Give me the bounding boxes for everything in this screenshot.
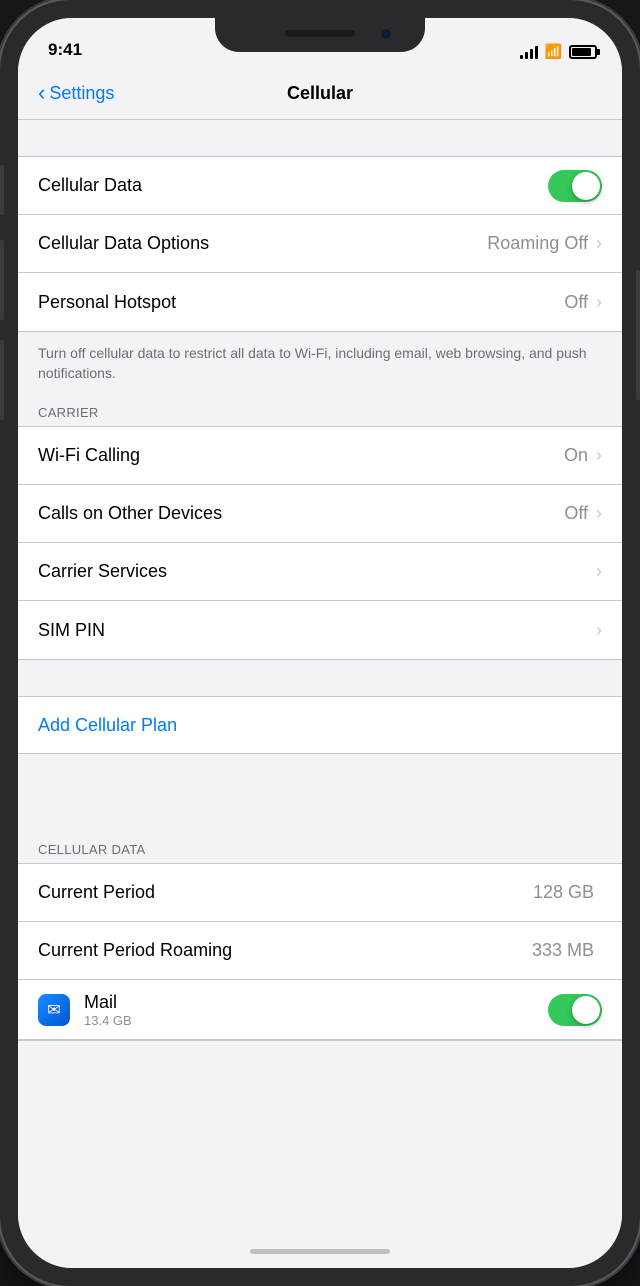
chevron-icon: ›: [596, 620, 602, 641]
carrier-services-row[interactable]: Carrier Services ›: [18, 543, 622, 601]
chevron-icon: ›: [596, 292, 602, 313]
mail-app-info: Mail 13.4 GB: [84, 992, 548, 1028]
nav-bar: ‹ Settings Cellular: [18, 68, 622, 120]
signal-bar-1: [520, 55, 523, 59]
cellular-description: Turn off cellular data to restrict all d…: [18, 332, 622, 397]
cellular-data-options-value: Roaming Off: [487, 233, 588, 254]
signal-bar-2: [525, 52, 528, 59]
mail-envelope-icon: ✉: [47, 1000, 60, 1020]
cellular-data-row[interactable]: Cellular Data: [18, 157, 622, 215]
cellular-data-options-label: Cellular Data Options: [38, 233, 487, 254]
current-period-roaming-row: Current Period Roaming 333 MB: [18, 922, 622, 980]
mail-app-name: Mail: [84, 992, 548, 1013]
camera: [379, 27, 393, 41]
calls-other-devices-row[interactable]: Calls on Other Devices Off ›: [18, 485, 622, 543]
toggle-thumb: [572, 172, 600, 200]
calls-other-value: Off: [564, 503, 588, 524]
page-title: Cellular: [287, 83, 353, 104]
current-period-roaming-label: Current Period Roaming: [38, 940, 532, 961]
sim-pin-label: SIM PIN: [38, 620, 596, 641]
wifi-calling-row[interactable]: Wi-Fi Calling On ›: [18, 427, 622, 485]
mail-toggle[interactable]: [548, 994, 602, 1026]
chevron-icon: ›: [596, 561, 602, 582]
cellular-data-toggle[interactable]: [548, 170, 602, 202]
tall-spacer: [18, 754, 622, 834]
toggle-thumb: [572, 996, 600, 1024]
back-label: Settings: [49, 83, 114, 104]
cellular-data-stats-group: Current Period 128 GB Current Period Roa…: [18, 863, 622, 1041]
personal-hotspot-label: Personal Hotspot: [38, 292, 564, 313]
cellular-data-options-row[interactable]: Cellular Data Options Roaming Off ›: [18, 215, 622, 273]
signal-bar-4: [535, 46, 538, 59]
wifi-icon: 📶: [545, 43, 562, 60]
top-spacer: [18, 120, 622, 156]
carrier-services-label: Carrier Services: [38, 561, 596, 582]
chevron-icon: ›: [596, 503, 602, 524]
volume-up-button[interactable]: [0, 240, 4, 320]
mid-spacer: [18, 660, 622, 696]
sim-pin-row[interactable]: SIM PIN ›: [18, 601, 622, 659]
cellular-data-section2-header: CELLULAR DATA: [18, 834, 622, 863]
mail-app-row[interactable]: ✉ Mail 13.4 GB: [18, 980, 622, 1040]
cellular-data-group: Cellular Data Cellular Data Options Roam…: [18, 156, 622, 332]
calls-other-label: Calls on Other Devices: [38, 503, 564, 524]
current-period-value: 128 GB: [533, 882, 594, 903]
chevron-icon: ›: [596, 233, 602, 254]
notch: [215, 18, 425, 52]
carrier-section-header: CARRIER: [18, 397, 622, 426]
cellular-data-label: Cellular Data: [38, 175, 548, 196]
status-icons: 📶: [520, 43, 597, 60]
personal-hotspot-value: Off: [564, 292, 588, 313]
signal-icon: [520, 45, 538, 59]
current-period-row: Current Period 128 GB: [18, 864, 622, 922]
add-cellular-plan-label: Add Cellular Plan: [38, 715, 177, 736]
chevron-icon: ›: [596, 445, 602, 466]
battery-fill: [572, 48, 591, 56]
mute-button[interactable]: [0, 165, 4, 215]
volume-down-button[interactable]: [0, 340, 4, 420]
battery-icon: [569, 45, 597, 59]
home-bar: [250, 1249, 390, 1254]
back-chevron-icon: ‹: [38, 82, 45, 104]
back-button[interactable]: ‹ Settings: [38, 83, 114, 104]
content-scroll[interactable]: Cellular Data Cellular Data Options Roam…: [18, 120, 622, 1234]
signal-bar-3: [530, 49, 533, 59]
speaker: [285, 30, 355, 37]
current-period-label: Current Period: [38, 882, 533, 903]
mail-app-icon: ✉: [38, 994, 70, 1026]
wifi-calling-label: Wi-Fi Calling: [38, 445, 564, 466]
phone-screen: 9:41 📶 ‹ Settings Cellular: [18, 18, 622, 1268]
carrier-group: Wi-Fi Calling On › Calls on Other Device…: [18, 426, 622, 660]
power-button[interactable]: [636, 270, 640, 400]
phone-frame: 9:41 📶 ‹ Settings Cellular: [0, 0, 640, 1286]
mail-app-size: 13.4 GB: [84, 1013, 548, 1028]
add-cellular-plan-row[interactable]: Add Cellular Plan: [18, 696, 622, 754]
wifi-calling-value: On: [564, 445, 588, 466]
home-indicator[interactable]: [18, 1234, 622, 1268]
personal-hotspot-row[interactable]: Personal Hotspot Off ›: [18, 273, 622, 331]
current-period-roaming-value: 333 MB: [532, 940, 594, 961]
